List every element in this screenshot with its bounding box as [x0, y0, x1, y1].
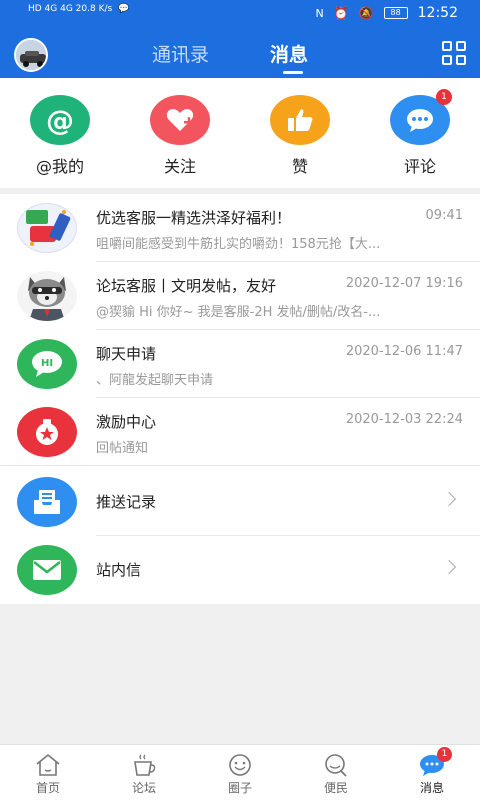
message-title: 优选客服一精选洪泽好福利！	[96, 209, 292, 227]
quick-action-mentions[interactable]: @ @我的	[20, 95, 100, 177]
comments-badge: 1	[436, 89, 452, 105]
app-header: 通讯录 消息	[0, 28, 480, 78]
search-icon	[322, 753, 350, 777]
nav-label: 消息	[419, 781, 444, 795]
raccoon-avatar-icon	[17, 271, 77, 321]
mute-icon: 🔕	[358, 6, 374, 20]
nav-forum[interactable]: 论坛	[114, 753, 174, 796]
message-list: 优选客服一精选洪泽好福利！ 09:41 咀嚼间能感受到牛筋扎实的嚼劲！158元抢…	[0, 194, 480, 604]
quick-action-label: 评论	[403, 157, 436, 176]
messages-badge: 1	[437, 747, 452, 762]
chat-hi-icon: HI	[17, 339, 77, 389]
message-title: 聊天申请	[96, 345, 157, 363]
status-right: N ⏰ 🔕 88 12:52	[316, 5, 459, 21]
tab-messages[interactable]: 消息	[270, 40, 308, 67]
clock: 12:52	[417, 5, 458, 21]
smile-icon	[226, 753, 254, 777]
message-row-forum-service[interactable]: 论坛客服丨文明发帖，友好 2020-12-07 19:16 @猰貐 Hi 你好~…	[0, 262, 480, 330]
message-time: 2020-12-06 11:47	[345, 344, 463, 359]
nav-messages[interactable]: 1 消息	[402, 747, 462, 796]
message-title: 论坛客服丨文明发帖，友好	[96, 277, 277, 295]
quick-action-follow[interactable]: 关注	[140, 95, 220, 177]
nav-home[interactable]: 首页	[18, 753, 78, 796]
chevron-right-icon	[441, 491, 457, 507]
message-preview: @猰貐 Hi 你好~ 我是客服-2H 发帖/删帖/改名-...	[96, 305, 381, 320]
envelope-icon	[17, 545, 77, 595]
quick-action-label: 赞	[291, 157, 308, 176]
status-left: HD 4G 4G 20.8 K/s 💬	[28, 4, 129, 14]
message-title: 激励中心	[96, 413, 157, 431]
heart-plus-icon	[150, 95, 210, 145]
quick-actions: @ @我的 关注 赞 1 评论	[0, 78, 480, 188]
tab-contacts[interactable]: 通讯录	[152, 40, 209, 67]
message-row-incentive-center[interactable]: 激励中心 2020-12-03 22:24 回帖通知	[0, 398, 480, 466]
quick-action-likes[interactable]: 赞	[260, 95, 340, 177]
tab-indicator	[283, 71, 303, 74]
alarm-icon: ⏰	[333, 6, 349, 20]
link-label: 站内信	[96, 561, 142, 579]
incentive-badge-icon	[17, 407, 77, 457]
message-preview: 、阿龍发起聊天申请	[96, 373, 214, 388]
chevron-right-icon	[441, 559, 457, 575]
message-time: 2020-12-07 19:16	[345, 276, 463, 291]
quick-action-label: @我的	[35, 157, 84, 176]
svg-text:HI: HI	[41, 358, 53, 369]
nav-label: 首页	[35, 781, 60, 795]
nav-circle[interactable]: 圈子	[210, 753, 270, 796]
nav-services[interactable]: 便民	[306, 753, 366, 796]
nav-label: 论坛	[131, 781, 156, 795]
thumbs-up-icon	[270, 95, 330, 145]
nav-label: 圈子	[227, 781, 252, 795]
nav-label: 便民	[323, 781, 348, 795]
link-label: 推送记录	[96, 493, 157, 511]
divider	[0, 465, 480, 466]
message-time: 2020-12-03 22:24	[345, 412, 463, 427]
message-row-chat-request[interactable]: HI 聊天申请 2020-12-06 11:47 、阿龍发起聊天申请	[0, 330, 480, 398]
avatar-car-image	[16, 40, 46, 70]
message-row-youxuan[interactable]: 优选客服一精选洪泽好福利！ 09:41 咀嚼间能感受到牛筋扎实的嚼劲！158元抢…	[0, 194, 480, 262]
status-bar: HD 4G 4G 20.8 K/s 💬 N ⏰ 🔕 88 12:52	[0, 0, 480, 28]
home-icon	[34, 753, 62, 777]
chat-bubble-icon: 1	[390, 89, 452, 145]
avatar[interactable]	[14, 38, 48, 72]
message-preview: 回帖通知	[96, 441, 149, 456]
coffee-cup-icon	[130, 753, 158, 777]
nfc-icon: N	[315, 6, 324, 20]
message-preview: 咀嚼间能感受到牛筋扎实的嚼劲！158元抢【大...	[96, 237, 381, 252]
link-site-mail[interactable]: 站内信	[0, 536, 480, 604]
quick-action-comments[interactable]: 1 评论	[380, 89, 460, 177]
youxuan-logo-icon	[17, 203, 77, 253]
link-push-records[interactable]: 推送记录	[0, 468, 480, 536]
quick-action-label: 关注	[163, 157, 196, 176]
message-icon: 1	[418, 747, 452, 777]
bottom-nav: 首页 论坛 圈子 便民 1 消息	[0, 744, 480, 800]
grid-menu-icon[interactable]	[442, 41, 466, 65]
at-icon: @	[30, 95, 90, 145]
network-status-text: HD 4G 4G 20.8 K/s	[28, 4, 113, 14]
message-time: 09:41	[425, 208, 463, 223]
inbox-tray-icon	[17, 477, 77, 527]
battery-icon: 88	[383, 7, 408, 19]
wechat-icon: 💬	[118, 4, 130, 14]
